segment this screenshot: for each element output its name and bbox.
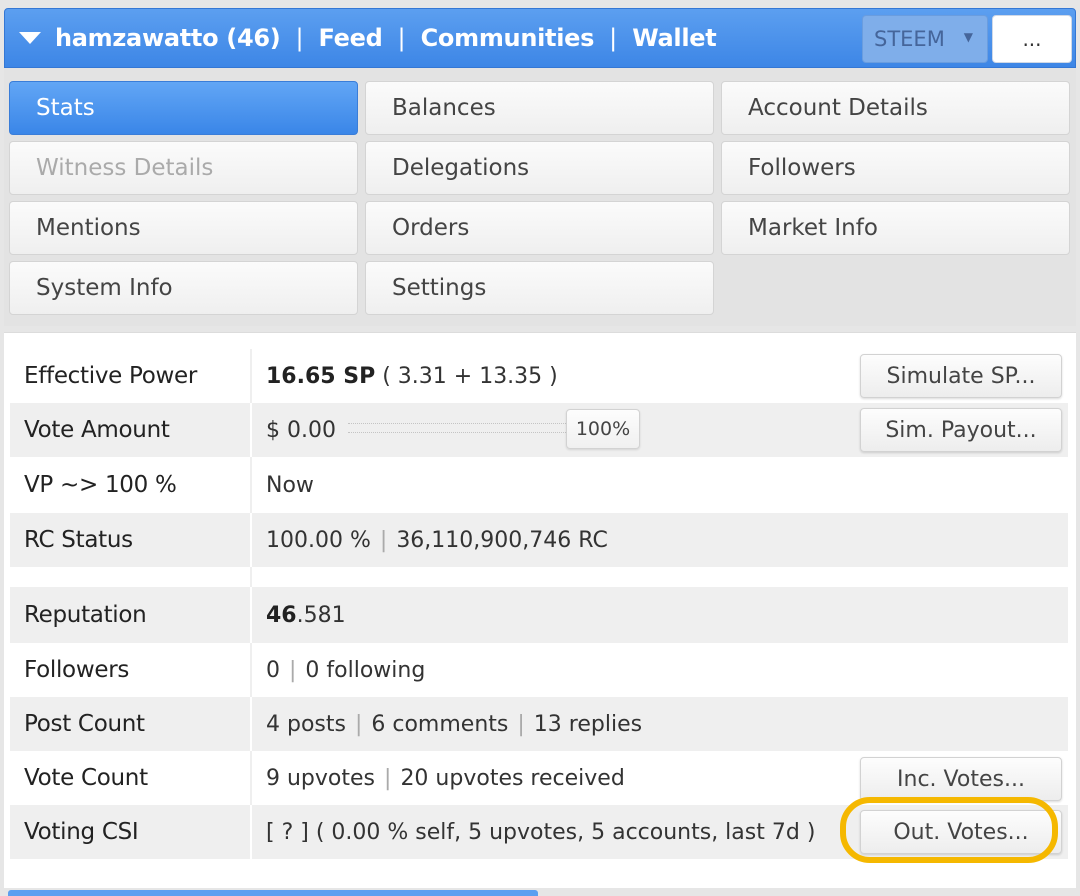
reputation-dec: .581 xyxy=(296,602,346,628)
separator: | xyxy=(354,711,363,737)
nav-links: hamzawatto (46) | Feed | Communities | Wallet xyxy=(55,24,717,52)
post-count: 4 posts xyxy=(266,711,346,737)
row-label: Effective Power xyxy=(24,363,198,389)
row-post-count: Post Count 4 posts | 6 comments | 13 replies xyxy=(10,697,1068,751)
tab-settings[interactable]: Settings xyxy=(365,261,714,315)
tab-balances[interactable]: Balances xyxy=(365,81,714,135)
spacer-value xyxy=(250,567,1068,587)
tab-panel: Stats Balances Account Details Witness D… xyxy=(4,68,1076,326)
tab-mentions[interactable]: Mentions xyxy=(9,201,358,255)
nav-wallet-link[interactable]: Wallet xyxy=(632,24,717,52)
nav-separator: | xyxy=(295,24,304,52)
tab-stats[interactable]: Stats xyxy=(9,81,358,135)
nav-feed-link[interactable]: Feed xyxy=(319,24,383,52)
row-effective-power: Effective Power 16.65 SP ( 3.31 + 13.35 … xyxy=(10,349,1068,403)
row-rc-status: RC Status 100.00 % | 36,110,900,746 RC xyxy=(10,513,1068,567)
row-reputation: Reputation 46.581 xyxy=(10,587,1068,643)
rc-percent: 100.00 % xyxy=(266,527,371,553)
separator: | xyxy=(379,527,388,553)
row-label: VP ~> 100 % xyxy=(24,472,177,498)
simulate-sp-button[interactable]: Simulate SP... xyxy=(860,354,1062,398)
vote-weight-slider[interactable] xyxy=(348,423,568,433)
separator: | xyxy=(517,711,525,737)
row-label: Post Count xyxy=(24,711,145,737)
separator: | xyxy=(289,657,297,683)
row-value: Now xyxy=(250,457,1068,513)
tab-orders[interactable]: Orders xyxy=(365,201,714,255)
bottom-tab-bar xyxy=(8,890,538,896)
row-value: 4 posts | 6 comments | 13 replies xyxy=(250,697,1068,751)
tab-followers[interactable]: Followers xyxy=(721,141,1070,195)
row-spacer xyxy=(10,567,1068,587)
upvotes-received: 20 upvotes received xyxy=(400,765,625,791)
inc-votes-button[interactable]: Inc. Votes... xyxy=(860,757,1062,801)
coin-select[interactable]: STEEM ▼ xyxy=(862,15,988,63)
spacer-label xyxy=(10,567,250,587)
row-value: $ 0.00 100% Sim. Payout... xyxy=(250,403,1068,457)
reply-count: 13 replies xyxy=(533,711,643,737)
vote-amount-value: $ 0.00 xyxy=(266,417,336,443)
row-label: Vote Count xyxy=(24,765,148,791)
voting-csi-value: [ ? ] ( 0.00 % self, 5 upvotes, 5 accoun… xyxy=(266,819,816,845)
comment-count: 6 comments xyxy=(371,711,509,737)
effective-power-breakdown: ( 3.31 + 13.35 ) xyxy=(375,363,558,389)
more-button[interactable]: ... xyxy=(992,15,1072,63)
followers-count: 0 xyxy=(266,657,280,683)
row-label: RC Status xyxy=(24,527,133,553)
tab-account-details[interactable]: Account Details xyxy=(721,81,1070,135)
highlight-ring xyxy=(840,797,1058,863)
nav-separator: | xyxy=(397,24,406,52)
row-vp: VP ~> 100 % Now xyxy=(10,457,1068,513)
row-value: 0 | 0 following xyxy=(250,643,1068,697)
nav-communities-link[interactable]: Communities xyxy=(421,24,595,52)
row-label: Voting CSI xyxy=(24,819,139,845)
tab-market-info[interactable]: Market Info xyxy=(721,201,1070,255)
coin-select-value: STEEM xyxy=(874,27,945,51)
username-link[interactable]: hamzawatto (46) xyxy=(55,24,281,52)
row-vote-amount: Vote Amount $ 0.00 100% Sim. Payout... xyxy=(10,403,1068,457)
nav-separator: | xyxy=(609,24,618,52)
row-value: 100.00 % | 36,110,900,746 RC xyxy=(250,513,1068,567)
effective-power-sp: 16.65 SP xyxy=(266,363,376,389)
row-value: 16.65 SP ( 3.31 + 13.35 ) Simulate SP... xyxy=(250,349,1068,403)
row-label: Vote Amount xyxy=(24,417,170,443)
row-value: 46.581 xyxy=(250,587,1068,643)
tab-witness-details[interactable]: Witness Details xyxy=(9,141,358,195)
following-count: 0 following xyxy=(305,657,426,683)
tab-system-info[interactable]: System Info xyxy=(9,261,358,315)
tab-delegations[interactable]: Delegations xyxy=(365,141,714,195)
row-followers: Followers 0 | 0 following xyxy=(10,643,1068,697)
upvote-count: 9 upvotes xyxy=(266,765,376,791)
sim-payout-button[interactable]: Sim. Payout... xyxy=(860,408,1062,452)
separator: | xyxy=(384,765,392,791)
reputation-int: 46 xyxy=(266,602,297,628)
vote-percent-button[interactable]: 100% xyxy=(566,409,640,449)
dropdown-caret-icon[interactable] xyxy=(19,32,41,44)
top-nav-bar: hamzawatto (46) | Feed | Communities | Wallet … xyxy=(4,8,1076,68)
select-arrow-icon: ▼ xyxy=(963,30,973,44)
row-label: Reputation xyxy=(24,602,147,628)
rc-amount: 36,110,900,746 RC xyxy=(396,527,608,553)
row-label: Followers xyxy=(24,657,130,683)
